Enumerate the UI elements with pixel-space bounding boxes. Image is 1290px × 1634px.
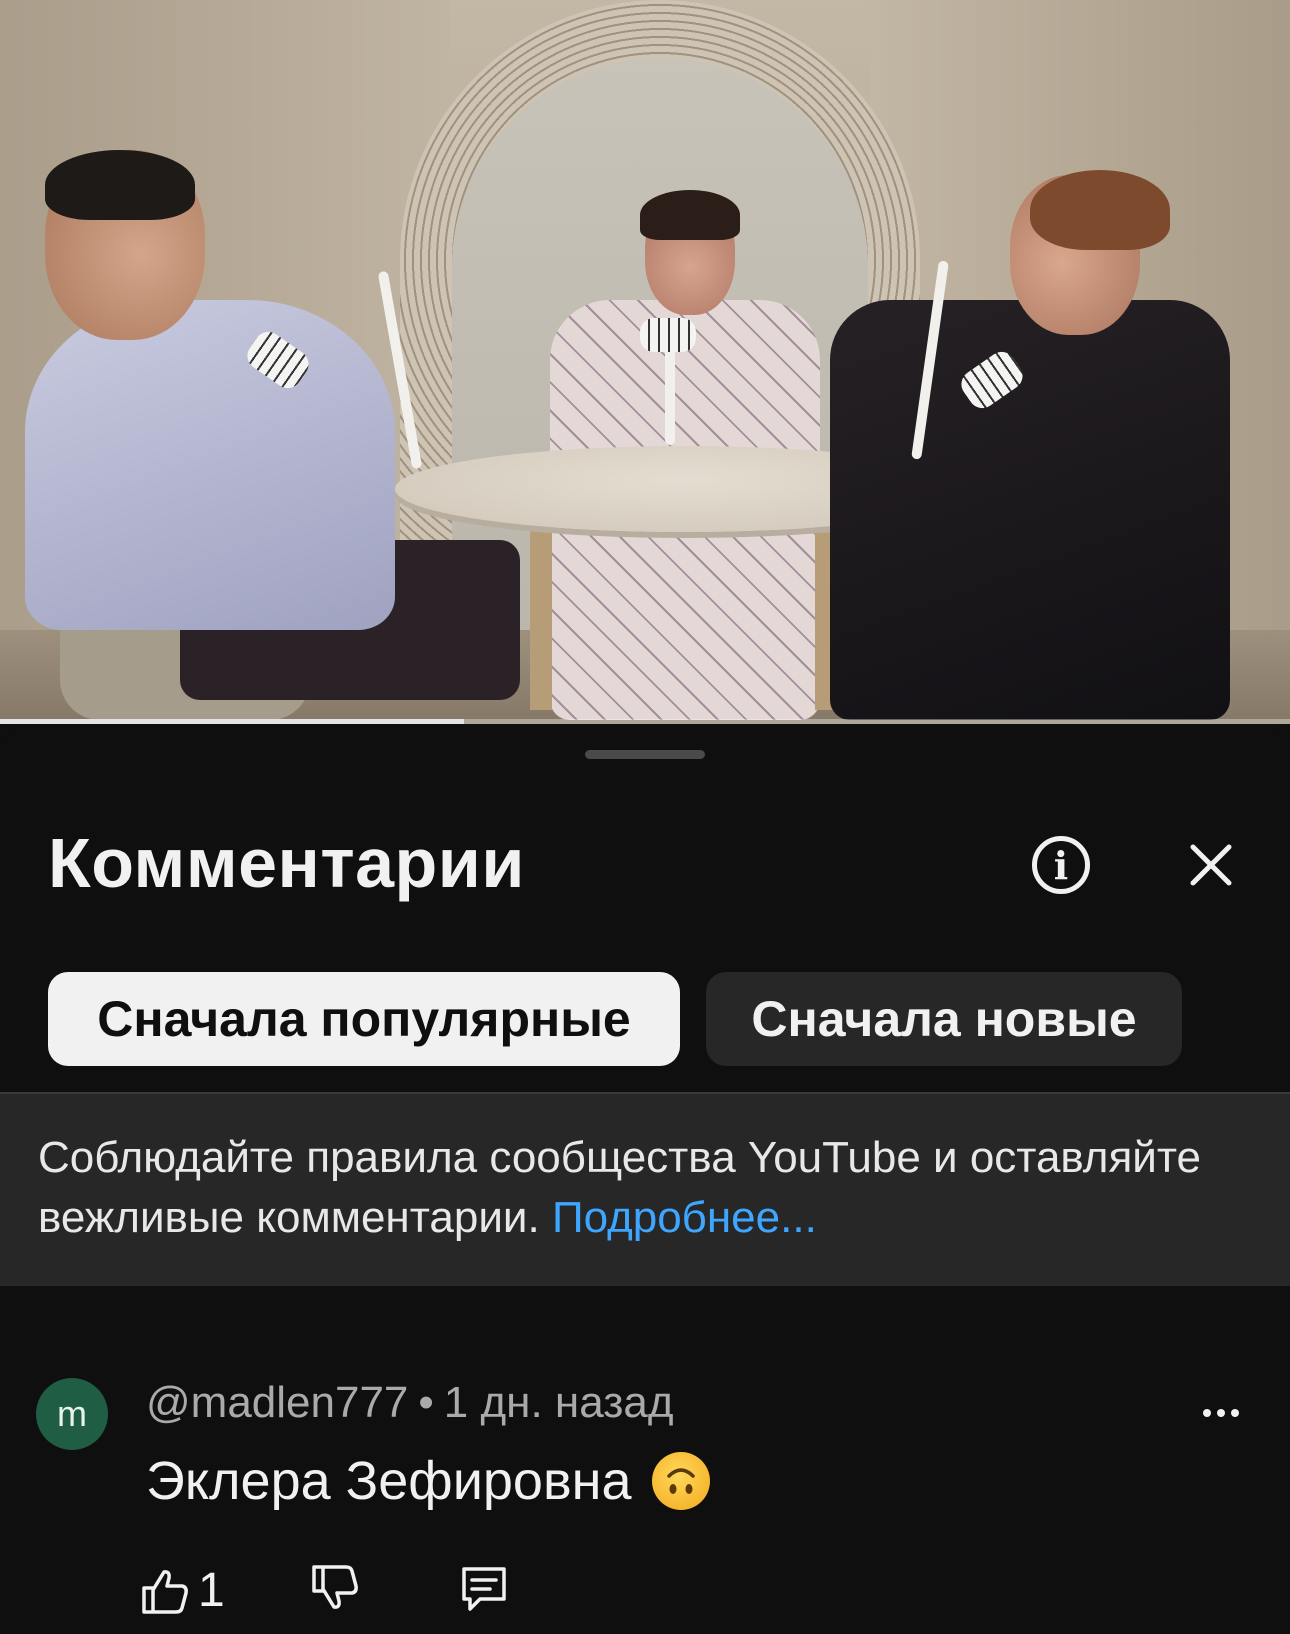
comment-author[interactable]: @madlen777 bbox=[146, 1378, 408, 1427]
upside-down-face-emoji bbox=[651, 1452, 710, 1510]
info-button[interactable]: i bbox=[1028, 832, 1094, 898]
comment-text: Эклера Зефировна bbox=[146, 1451, 632, 1511]
more-horizontal-icon bbox=[1203, 1409, 1211, 1417]
video-person-left bbox=[25, 300, 395, 630]
video-person-left-hair bbox=[45, 150, 195, 220]
panel-title: Комментарии bbox=[48, 824, 525, 902]
meta-separator: • bbox=[418, 1378, 434, 1427]
more-horizontal-icon-dot bbox=[1231, 1409, 1239, 1417]
comment-meta: @madlen777 • 1 дн. назад bbox=[146, 1378, 674, 1428]
more-horizontal-icon-dot bbox=[1217, 1409, 1225, 1417]
like-button[interactable]: 1 bbox=[140, 1563, 225, 1618]
emoji-face-icon bbox=[666, 1468, 695, 1494]
reply-button[interactable] bbox=[458, 1563, 510, 1615]
video-person-right-hair bbox=[1030, 170, 1170, 250]
reply-icon bbox=[462, 1567, 506, 1611]
video-progress-bar[interactable] bbox=[0, 719, 1290, 724]
video-table-leg bbox=[530, 520, 552, 710]
info-icon: i bbox=[1032, 836, 1090, 894]
video-player[interactable] bbox=[0, 0, 1290, 724]
comment-item: m @madlen777 • 1 дн. назад Эклера Зефировн… bbox=[0, 1328, 1290, 1634]
comment-more-button[interactable] bbox=[1196, 1398, 1246, 1428]
avatar[interactable]: m bbox=[36, 1378, 108, 1450]
video-progress-fill bbox=[0, 719, 465, 724]
video-mic bbox=[640, 318, 696, 352]
rules-more-link[interactable]: Подробнее... bbox=[552, 1193, 817, 1242]
thumbs-up-icon bbox=[142, 1569, 188, 1614]
comment-body: Эклера Зефировна bbox=[146, 1450, 710, 1512]
community-rules-notice: Соблюдайте правила сообщества YouTube и … bbox=[0, 1092, 1290, 1286]
video-person-right bbox=[830, 300, 1230, 720]
comment-time: 1 дн. назад bbox=[443, 1378, 674, 1427]
thumbs-down-icon bbox=[312, 1565, 358, 1609]
drag-handle[interactable] bbox=[585, 750, 705, 759]
sort-chip-newest[interactable]: Сначала новые bbox=[706, 972, 1182, 1066]
sort-chip-popular[interactable]: Сначала популярные bbox=[48, 972, 680, 1066]
video-person-center-hair bbox=[640, 190, 740, 240]
close-icon bbox=[1190, 844, 1232, 886]
close-button[interactable] bbox=[1178, 832, 1244, 898]
comments-panel: Комментарии i Сначала популярные Сначала… bbox=[0, 728, 1290, 1634]
like-count: 1 bbox=[198, 1564, 225, 1617]
dislike-button[interactable] bbox=[310, 1563, 360, 1613]
